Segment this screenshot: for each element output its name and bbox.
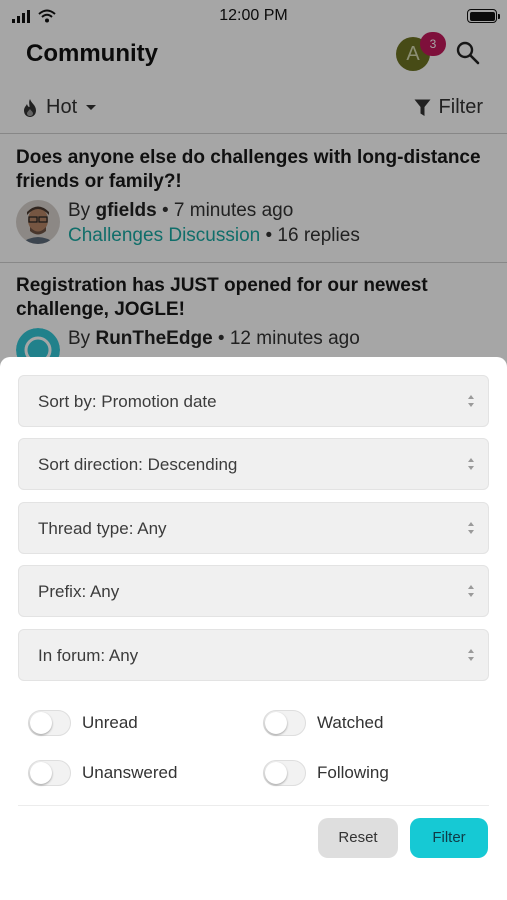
apply-filter-button[interactable]: Filter [410,818,488,858]
sheet-divider [18,805,489,806]
toggle-switch[interactable] [263,710,306,736]
reset-button[interactable]: Reset [318,818,398,858]
select-arrows-icon [468,458,474,470]
select-arrows-icon [468,395,474,407]
toggle-switch[interactable] [28,760,71,786]
select-arrows-icon [468,649,474,661]
watched-toggle[interactable]: Watched [263,710,383,736]
unanswered-toggle[interactable]: Unanswered [28,760,177,786]
filter-sheet: Sort by: Promotion date Sort direction: … [0,357,507,900]
select-arrows-icon [468,585,474,597]
toggle-switch[interactable] [28,710,71,736]
in-forum-select[interactable]: In forum: Any [18,629,489,681]
sort-direction-select[interactable]: Sort direction: Descending [18,438,489,490]
thread-type-select[interactable]: Thread type: Any [18,502,489,554]
unread-toggle[interactable]: Unread [28,710,138,736]
following-toggle[interactable]: Following [263,760,389,786]
prefix-select[interactable]: Prefix: Any [18,565,489,617]
toggle-switch[interactable] [263,760,306,786]
sort-by-select[interactable]: Sort by: Promotion date [18,375,489,427]
select-arrows-icon [468,522,474,534]
